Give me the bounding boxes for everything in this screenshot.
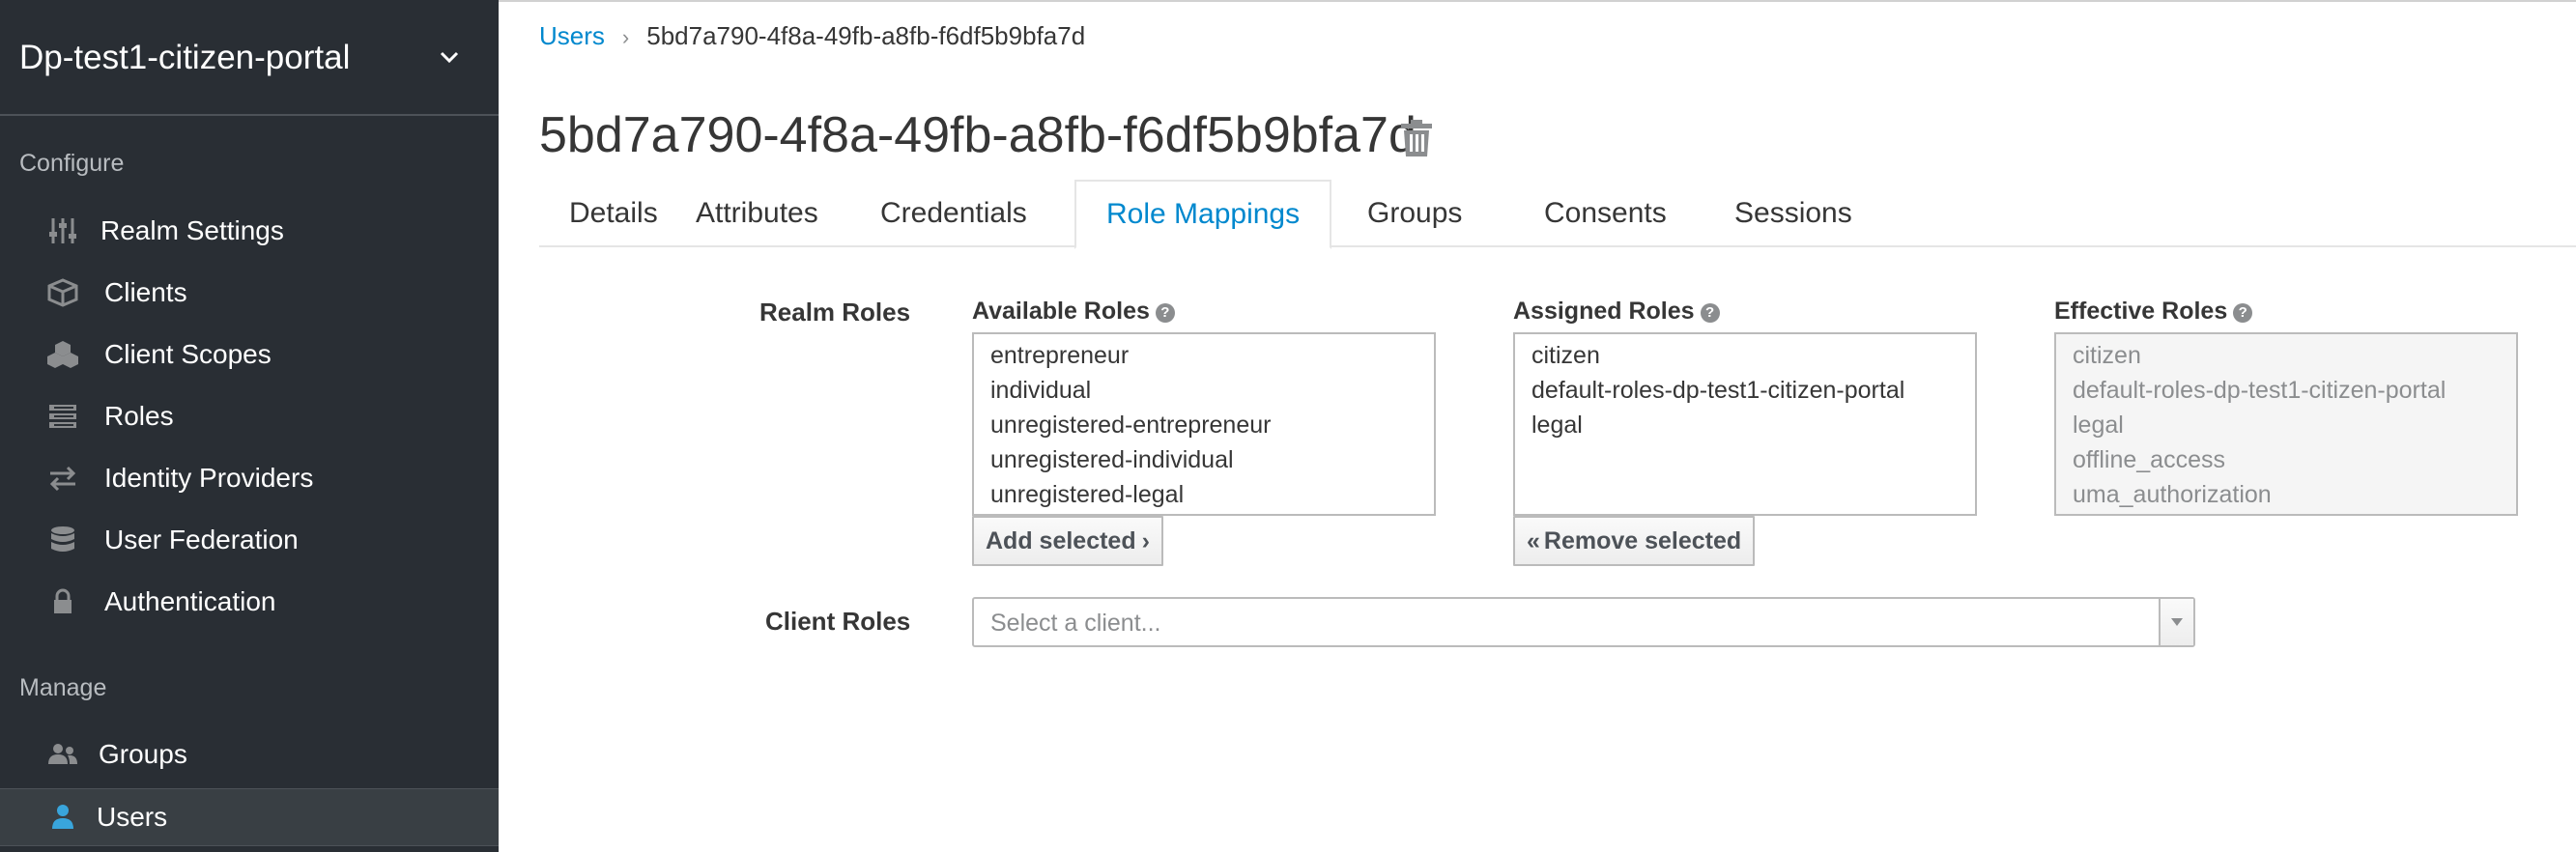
list-item: legal bbox=[2073, 412, 2124, 439]
help-icon[interactable]: ? bbox=[1155, 303, 1175, 323]
chevron-right-icon: › bbox=[621, 25, 630, 49]
chevron-down-icon bbox=[440, 51, 459, 64]
sidebar: Dp-test1-citizen-portal Configure Realm … bbox=[0, 0, 499, 852]
trash-icon[interactable] bbox=[1399, 118, 1434, 158]
list-item[interactable]: entrepreneur bbox=[974, 338, 1434, 373]
realm-name: Dp-test1-citizen-portal bbox=[19, 39, 351, 76]
sidebar-item-label: Identity Providers bbox=[104, 463, 314, 493]
tab-attributes[interactable]: Attributes bbox=[666, 180, 848, 247]
effective-roles-heading: Effective Roles? bbox=[2054, 298, 2253, 326]
sidebar-item-label: Groups bbox=[99, 739, 187, 769]
list-item[interactable]: citizen bbox=[1515, 338, 1975, 373]
available-roles-title: Available Roles bbox=[972, 298, 1150, 325]
sidebar-item-label: Client Scopes bbox=[104, 339, 272, 369]
list-item: uma_authorization bbox=[2073, 481, 2272, 508]
list-item: citizen bbox=[2073, 342, 2141, 369]
list-item: offline_access bbox=[2073, 446, 2225, 473]
tab-role-mappings[interactable]: Role Mappings bbox=[1074, 180, 1332, 249]
cubes-icon bbox=[47, 341, 78, 368]
sidebar-item-authentication[interactable]: Authentication bbox=[0, 574, 499, 630]
list-item[interactable]: unregistered-entrepreneur bbox=[974, 408, 1434, 442]
list-item[interactable]: individual bbox=[974, 373, 1434, 408]
remove-selected-button[interactable]: «Remove selected bbox=[1513, 516, 1756, 566]
help-icon[interactable]: ? bbox=[1700, 303, 1720, 323]
breadcrumb: Users › 5bd7a790-4f8a-49fb-a8fb-f6df5b9bfa… bbox=[539, 21, 1085, 51]
assigned-roles-title: Assigned Roles bbox=[1513, 298, 1695, 325]
sidebar-item-users[interactable]: Users bbox=[0, 788, 499, 846]
caret-down-icon bbox=[2171, 618, 2183, 626]
sidebar-item-roles[interactable]: Roles bbox=[0, 388, 499, 444]
manage-section-label: Manage bbox=[19, 674, 107, 701]
list-item[interactable]: legal bbox=[1515, 408, 1975, 442]
sidebar-item-client-scopes[interactable]: Client Scopes bbox=[0, 327, 499, 383]
users-icon bbox=[48, 744, 77, 764]
realm-selector[interactable]: Dp-test1-citizen-portal bbox=[0, 0, 499, 116]
sidebar-item-label: Roles bbox=[104, 401, 174, 431]
assigned-roles-heading: Assigned Roles? bbox=[1513, 298, 1720, 326]
sidebar-item-identity-providers[interactable]: Identity Providers bbox=[0, 450, 499, 506]
breadcrumb-current: 5bd7a790-4f8a-49fb-a8fb-f6df5b9bfa7d bbox=[646, 21, 1086, 50]
sidebar-item-label: User Federation bbox=[104, 525, 299, 554]
page-title: 5bd7a790-4f8a-49fb-a8fb-f6df5b9bfa7d bbox=[539, 107, 1417, 163]
effective-roles-list: citizen default-roles-dp-test1-citizen-p… bbox=[2054, 332, 2518, 516]
cube-icon bbox=[47, 278, 78, 307]
sidebar-item-label: Users bbox=[97, 802, 168, 832]
sidebar-item-clients[interactable]: Clients bbox=[0, 265, 499, 321]
add-selected-label: Add selected bbox=[986, 527, 1136, 554]
assigned-roles-list[interactable]: citizen default-roles-dp-test1-citizen-p… bbox=[1513, 332, 1977, 516]
client-roles-label: Client Roles bbox=[765, 607, 911, 636]
exchange-icon bbox=[49, 466, 76, 492]
breadcrumb-users-link[interactable]: Users bbox=[539, 21, 605, 50]
list-item[interactable]: unregistered-legal bbox=[974, 477, 1434, 512]
configure-section-label: Configure bbox=[19, 150, 125, 177]
effective-roles-title: Effective Roles bbox=[2054, 298, 2228, 325]
tab-consents[interactable]: Consents bbox=[1514, 180, 1697, 247]
sidebar-item-label: Realm Settings bbox=[100, 215, 284, 245]
lock-icon bbox=[54, 588, 72, 613]
realm-roles-label: Realm Roles bbox=[759, 298, 911, 327]
client-select[interactable]: Select a client... bbox=[972, 597, 2195, 647]
tab-credentials[interactable]: Credentials bbox=[850, 180, 1057, 247]
main-content: Users › 5bd7a790-4f8a-49fb-a8fb-f6df5b9bfa… bbox=[499, 0, 2576, 852]
sidebar-item-user-federation[interactable]: User Federation bbox=[0, 512, 499, 568]
sidebar-item-label: Authentication bbox=[104, 586, 276, 616]
sidebar-item-groups[interactable]: Groups bbox=[0, 726, 499, 782]
list-item[interactable]: unregistered-individual bbox=[974, 442, 1434, 477]
available-roles-list[interactable]: entrepreneur individual unregistered-ent… bbox=[972, 332, 1436, 516]
sliders-icon bbox=[49, 218, 76, 243]
user-icon bbox=[52, 805, 73, 829]
double-chevron-left-icon: « bbox=[1527, 527, 1540, 554]
select-dropdown-toggle[interactable] bbox=[2159, 599, 2193, 645]
client-select-placeholder: Select a client... bbox=[990, 610, 1161, 637]
chevron-right-icon: › bbox=[1141, 527, 1150, 554]
help-icon[interactable]: ? bbox=[2233, 303, 2253, 323]
database-icon bbox=[51, 526, 74, 552]
sidebar-item-realm-settings[interactable]: Realm Settings bbox=[0, 203, 499, 259]
list-icon bbox=[49, 405, 76, 428]
list-item: default-roles-dp-test1-citizen-portal bbox=[2073, 377, 2447, 404]
available-roles-heading: Available Roles? bbox=[972, 298, 1175, 326]
remove-selected-label: Remove selected bbox=[1543, 527, 1742, 554]
list-item[interactable]: default-roles-dp-test1-citizen-portal bbox=[1515, 373, 1975, 408]
sidebar-item-label: Clients bbox=[104, 277, 187, 307]
user-tabs: Details Attributes Credentials Role Mapp… bbox=[539, 180, 2576, 249]
tab-groups[interactable]: Groups bbox=[1337, 180, 1492, 247]
add-selected-button[interactable]: Add selected › bbox=[972, 516, 1163, 566]
tab-sessions[interactable]: Sessions bbox=[1704, 180, 1882, 247]
